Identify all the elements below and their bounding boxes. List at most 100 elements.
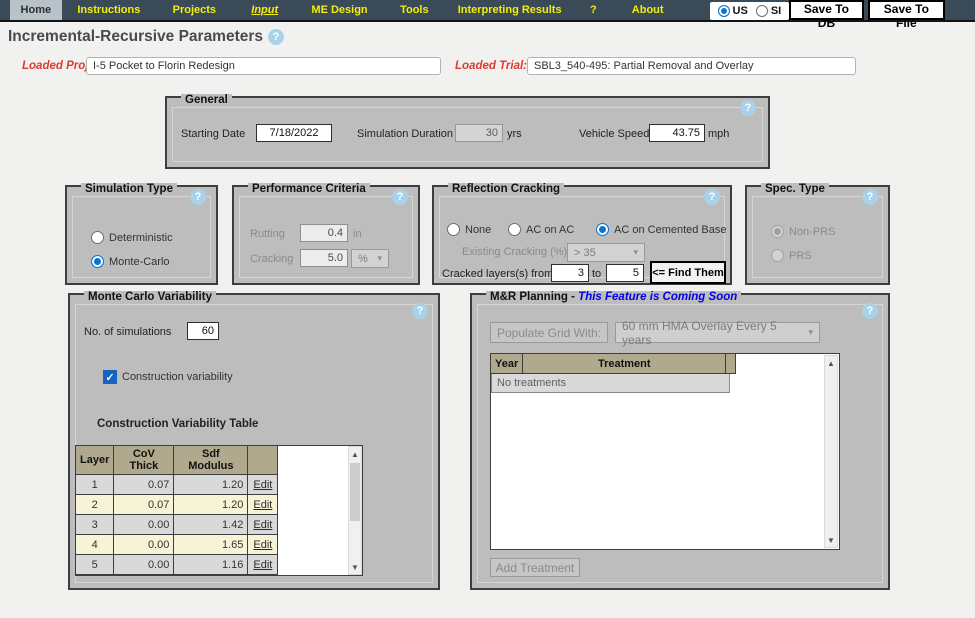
performance-criteria-legend: Performance Criteria [248, 183, 370, 195]
find-them-button[interactable]: <= Find Them [650, 261, 726, 284]
radio-icon [91, 255, 104, 268]
spec-type-groupbox: Spec. Type Non-PRS PRS [745, 183, 890, 285]
cell-layer: 5 [76, 554, 115, 575]
loaded-trial-field[interactable]: SBL3_540-495: Partial Removal and Overla… [527, 57, 856, 75]
edit-link[interactable]: Edit [253, 519, 272, 531]
col-year: Year [489, 353, 524, 374]
cell-cov: 0.00 [113, 554, 175, 575]
scroll-down-icon[interactable]: ▼ [825, 533, 837, 547]
tab-interpreting-results[interactable]: Interpreting Results [446, 0, 572, 20]
radio-icon [771, 249, 784, 262]
save-buttons-group: Save To DB Save To File [789, 0, 975, 30]
edit-link[interactable]: Edit [253, 539, 272, 551]
mr-planning-legend: M&R Planning - This Feature is Coming So… [486, 291, 742, 303]
rutting-input [300, 224, 348, 242]
tab-help[interactable]: ? [573, 0, 614, 20]
help-icon[interactable] [862, 189, 878, 205]
no-treatments-row: No treatments [491, 374, 730, 393]
prs-radio: PRS [771, 249, 812, 262]
tab-home[interactable]: Home [10, 0, 62, 20]
scroll-down-icon[interactable]: ▼ [349, 560, 361, 574]
monte-carlo-label: Monte-Carlo [109, 255, 170, 268]
help-icon[interactable] [392, 189, 408, 205]
save-to-file-button[interactable]: Save To File [867, 0, 946, 30]
table-row: 2 0.07 1.20 Edit [76, 494, 279, 515]
loaded-project-field[interactable]: I-5 Pocket to Florin Redesign [86, 57, 441, 75]
col-treatment: Treatment [522, 353, 727, 374]
simulation-duration-input [455, 124, 503, 142]
cracking-input [300, 249, 348, 267]
treatments-scrollbar[interactable]: ▲ ▼ [824, 355, 838, 548]
ac-on-ac-radio[interactable]: AC on AC [508, 223, 574, 236]
help-icon[interactable] [190, 189, 206, 205]
edit-link[interactable]: Edit [253, 499, 272, 511]
mr-planning-title: M&R Planning - [490, 291, 579, 303]
rutting-unit-label: in [353, 228, 362, 240]
coming-soon-text: This Feature is Coming Soon [578, 291, 738, 303]
help-icon[interactable] [740, 100, 756, 116]
treatments-header-row: Year Treatment [489, 353, 737, 374]
edit-link[interactable]: Edit [253, 479, 272, 491]
help-icon[interactable] [704, 189, 720, 205]
ac-on-cemented-base-radio[interactable]: AC on Cemented Base [596, 223, 727, 236]
cell-layer: 2 [76, 494, 115, 515]
num-simulations-input[interactable] [187, 322, 219, 340]
deterministic-radio[interactable]: Deterministic [91, 231, 173, 244]
none-radio[interactable]: None [447, 223, 491, 236]
cracked-layers-label: Cracked layers(s) from [442, 268, 554, 280]
cracking-unit-value: % [358, 252, 368, 265]
vehicle-speed-input[interactable] [649, 124, 705, 142]
ac-on-cemented-base-label: AC on Cemented Base [614, 223, 727, 236]
add-treatment-button: Add Treatment [490, 558, 580, 577]
tab-about[interactable]: About [614, 0, 682, 20]
units-us-radio[interactable]: US [717, 5, 748, 17]
populate-grid-button: Populate Grid With: [490, 322, 608, 343]
num-simulations-label: No. of simulations [84, 326, 172, 338]
help-icon[interactable] [412, 303, 428, 319]
checkbox-checked-icon [103, 370, 117, 384]
radio-icon [447, 223, 460, 236]
ac-on-ac-label: AC on AC [526, 223, 575, 236]
tab-input[interactable]: Input [233, 0, 297, 20]
help-icon[interactable] [268, 29, 285, 45]
edit-link[interactable]: Edit [253, 559, 272, 571]
scrollbar-thumb[interactable] [350, 463, 360, 521]
scroll-up-icon[interactable]: ▲ [825, 356, 837, 370]
reflection-cracking-legend: Reflection Cracking [448, 183, 564, 195]
units-si-radio[interactable]: SI [755, 5, 782, 17]
save-to-db-button[interactable]: Save To DB [789, 0, 864, 30]
tab-tools[interactable]: Tools [382, 0, 446, 20]
radio-icon [755, 5, 768, 17]
starting-date-input[interactable] [256, 124, 332, 142]
speed-unit-label: mph [708, 128, 730, 140]
cell-sdf: 1.20 [173, 494, 249, 515]
monte-carlo-radio[interactable]: Monte-Carlo [91, 255, 170, 268]
existing-cracking-value: > 35 [574, 246, 596, 259]
general-legend: General [181, 94, 232, 106]
deterministic-label: Deterministic [109, 231, 173, 244]
simulation-type-legend: Simulation Type [81, 183, 177, 195]
tab-instructions[interactable]: Instructions [62, 0, 156, 20]
radio-icon [717, 5, 730, 17]
scroll-up-icon[interactable]: ▲ [349, 447, 361, 461]
cell-cov: 0.07 [113, 474, 175, 495]
page-title-text: Incremental-Recursive Parameters [8, 28, 264, 45]
tab-projects[interactable]: Projects [156, 0, 233, 20]
table-header-row: Layer CoV Thick Sdf Modulus [76, 446, 279, 475]
treatments-grid: Year Treatment [489, 353, 737, 374]
spec-type-legend: Spec. Type [761, 183, 829, 195]
cracked-from-input[interactable] [551, 264, 589, 282]
construction-variability-table: Layer CoV Thick Sdf Modulus 1 0.07 1.20 … [75, 445, 363, 576]
cell-sdf: 1.42 [173, 514, 249, 535]
treatments-list: Year Treatment No treatments ▲ ▼ [489, 353, 840, 550]
chevron-down-icon: ▾ [808, 327, 813, 337]
monte-carlo-variability-groupbox: Monte Carlo Variability No. of simulatio… [68, 291, 440, 590]
construction-variability-checkbox[interactable]: Construction variability [103, 370, 233, 384]
mr-planning-groupbox: M&R Planning - This Feature is Coming So… [470, 291, 890, 590]
units-si-label: SI [770, 5, 782, 17]
tab-me-design[interactable]: ME Design [297, 0, 383, 20]
help-icon[interactable] [862, 303, 878, 319]
units-toggle: US SI [709, 2, 790, 20]
table-scrollbar[interactable]: ▲ ▼ [348, 446, 362, 575]
cracked-to-input[interactable] [606, 264, 644, 282]
